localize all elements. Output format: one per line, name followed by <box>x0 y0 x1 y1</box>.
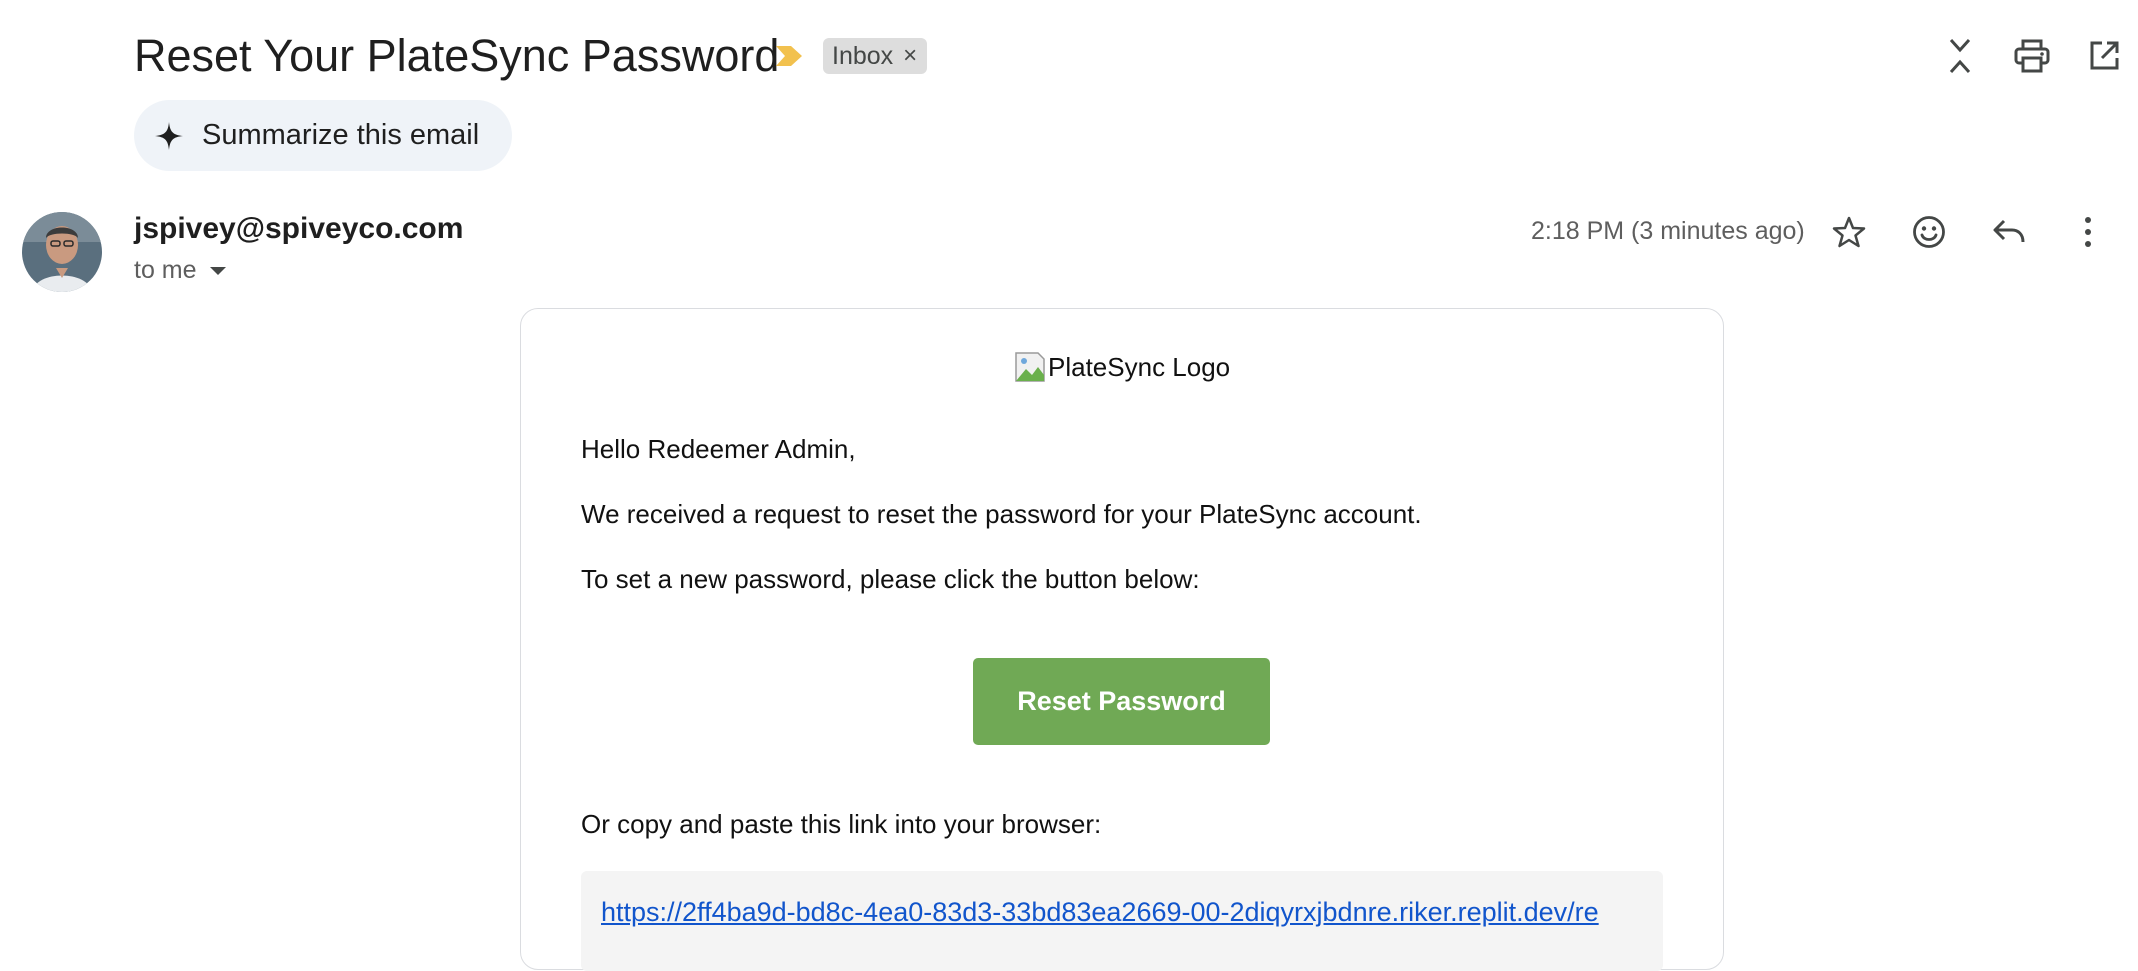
recipient-details-toggle[interactable]: to me <box>134 256 227 285</box>
star-icon <box>1832 216 1866 248</box>
sender-avatar[interactable] <box>22 212 102 292</box>
copy-link-text: Or copy and paste this link into your br… <box>581 809 1102 839</box>
emoji-reaction-icon <box>1913 216 1945 248</box>
collapse-all-icon <box>1949 38 1971 74</box>
request-text: We received a request to reset the passw… <box>581 499 1422 529</box>
collapse-all-button[interactable] <box>1937 33 1983 79</box>
reply-icon <box>1993 219 2025 243</box>
open-in-new-window-icon <box>2090 41 2119 70</box>
open-in-new-window-button[interactable] <box>2081 33 2127 79</box>
caret-down-icon <box>209 266 226 275</box>
reset-password-button[interactable]: Reset Password <box>973 658 1270 745</box>
platesync-logo: PlateSync Logo <box>1014 351 1230 383</box>
summarize-label: Summarize this email <box>202 119 480 151</box>
broken-image-icon <box>1015 352 1045 382</box>
more-vert-icon <box>2085 217 2091 247</box>
print-icon <box>2014 39 2050 73</box>
label-chip-text: Inbox <box>832 41 894 70</box>
email-subject: Reset Your PlateSync Password <box>134 30 780 81</box>
email-timestamp: 2:18 PM (3 minutes ago) <box>1531 217 1805 245</box>
email-body-card: PlateSync Logo Hello Redeemer Admin, We … <box>520 308 1724 971</box>
sparkle-icon <box>155 121 183 150</box>
star-button[interactable] <box>1826 209 1872 255</box>
reset-link-box: https://2ff4ba9d-bd8c-4ea0-83d3-33bd83ea… <box>581 871 1663 971</box>
print-button[interactable] <box>2009 33 2055 79</box>
logo-alt-text: PlateSync Logo <box>1048 351 1231 382</box>
reply-button[interactable] <box>1986 209 2032 255</box>
importance-marker-icon[interactable] <box>774 42 804 70</box>
reset-link[interactable]: https://2ff4ba9d-bd8c-4ea0-83d3-33bd83ea… <box>601 897 1599 928</box>
more-options-button[interactable] <box>2065 209 2111 255</box>
remove-label-button[interactable]: × <box>903 42 917 70</box>
emoji-reaction-button[interactable] <box>1906 209 1952 255</box>
inbox-label-chip: Inbox × <box>823 38 928 74</box>
greeting-text: Hello Redeemer Admin, <box>581 434 856 464</box>
sender-email[interactable]: jspivey@spiveyco.com <box>134 212 463 246</box>
instruction-text: To set a new password, please click the … <box>581 564 1200 594</box>
recipient-label: to me <box>134 256 197 284</box>
summarize-email-button[interactable]: Summarize this email <box>134 100 512 171</box>
